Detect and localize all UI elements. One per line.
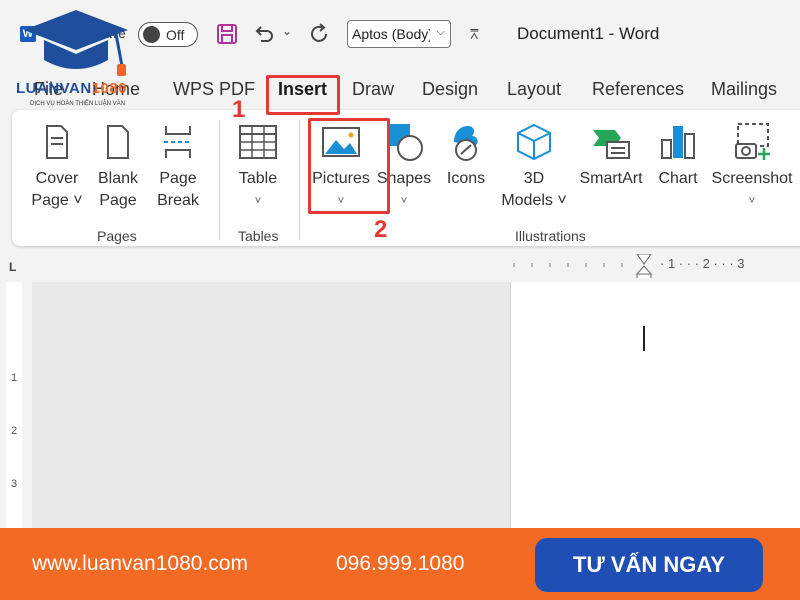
table-button[interactable]: Table ˅ [230, 122, 286, 212]
chevron-down-icon: ⌵ [436, 26, 445, 38]
chevron-down-icon: ˅ [748, 195, 756, 207]
blank-page-icon [107, 125, 129, 159]
font-name-select[interactable]: Aptos (Body) ⌵ [347, 20, 451, 48]
cover-page-label-1: Cover [35, 170, 79, 187]
group-separator [219, 120, 220, 240]
blank-page-label-2: Page [99, 192, 137, 209]
cover-page-icon [46, 125, 68, 159]
phone-number[interactable]: 096.999.1080 [336, 552, 464, 576]
pictures-highlight [308, 118, 390, 214]
consult-now-label: TƯ VẤN NGAY [573, 552, 725, 577]
3d-models-label-1: 3D [523, 170, 545, 187]
document-page[interactable] [510, 282, 800, 530]
insert-tab-highlight [266, 75, 340, 115]
vertical-ruler-track [6, 282, 22, 530]
tab-selector[interactable]: L [0, 254, 32, 282]
toggle-knob [143, 26, 160, 43]
luanvan-logo: LUANVAN1080 DỊCH VỤ HOÀN THIỆN LUẬN VĂN [14, 8, 144, 112]
website-link[interactable]: www.luanvan1080.com [32, 552, 248, 576]
step-1-number: 1 [232, 96, 246, 123]
logo-tagline: DỊCH VỤ HOÀN THIỆN LUẬN VĂN [30, 101, 125, 107]
autosave-state: Off [166, 27, 185, 43]
step-2-number: 2 [374, 216, 388, 243]
horizontal-ruler[interactable]: · 1 · · · 2 · · · 3 [510, 254, 800, 278]
cover-page-button[interactable]: Cover Page ˅ [26, 122, 88, 212]
chart-icon [661, 126, 695, 159]
tab-references[interactable]: References [592, 79, 684, 100]
table-icon [239, 125, 277, 159]
vertical-ruler[interactable]: 1 2 3 [0, 282, 32, 530]
smartart-label: SmartArt [579, 170, 643, 187]
vertical-ruler-number: 1 [10, 372, 18, 384]
chart-label: Chart [658, 170, 698, 187]
logo-brand-text: LUANVAN [16, 80, 92, 97]
vertical-ruler-number: 2 [10, 425, 18, 437]
table-label: Table [238, 170, 278, 187]
page-break-label-1: Page [159, 170, 197, 187]
document-title: Document1 - Word [517, 24, 660, 43]
undo-dropdown-chevron-icon[interactable]: ⌄ [282, 24, 292, 38]
group-label-tables: Tables [238, 228, 279, 244]
screenshot-label: Screenshot [711, 170, 793, 187]
3d-models-label-2: Models ˅ [501, 192, 567, 209]
tab-draw[interactable]: Draw [352, 79, 394, 100]
autosave-toggle[interactable]: Off [138, 22, 198, 47]
vertical-ruler-number: 3 [10, 478, 18, 490]
3d-models-button[interactable]: 3D Models ˅ [498, 122, 570, 212]
3d-cube-icon [517, 123, 551, 161]
page-break-icon [164, 126, 192, 158]
chevron-down-icon: ˅ [254, 195, 262, 207]
shapes-icon [388, 124, 423, 161]
ruler-ticks [513, 254, 653, 278]
group-separator [299, 120, 300, 240]
text-cursor [643, 326, 645, 351]
ruler-numbers: · 1 · · · 2 · · · 3 [660, 256, 745, 271]
tab-selector-glyph: L [9, 260, 17, 274]
icons-icon [454, 126, 478, 161]
page-break-label-2: Break [157, 192, 199, 209]
font-name-value: Aptos (Body) [352, 26, 430, 42]
tab-mailings[interactable]: Mailings [711, 79, 777, 100]
screenshot-camera-icon [735, 123, 770, 160]
icons-button[interactable]: Icons [440, 122, 492, 190]
group-label-illustrations: Illustrations [515, 228, 586, 244]
consult-now-button[interactable]: TƯ VẤN NGAY [535, 538, 763, 592]
customize-quick-access-icon[interactable]: ⩞ [470, 26, 479, 43]
icons-label: Icons [446, 170, 486, 187]
chart-button[interactable]: Chart [652, 122, 704, 190]
logo-brand-number: 1080 [91, 80, 128, 97]
tab-design[interactable]: Design [422, 79, 478, 100]
redo-icon[interactable] [308, 22, 332, 46]
blank-page-label-1: Blank [97, 170, 139, 187]
group-label-pages: Pages [97, 228, 137, 244]
smartart-icon [593, 130, 630, 159]
smartart-button[interactable]: SmartArt [575, 122, 647, 190]
logo-brand: LUANVAN1080 [16, 80, 127, 97]
save-icon[interactable] [216, 23, 238, 45]
screenshot-button[interactable]: Screenshot ˅ [708, 122, 796, 212]
page-break-button[interactable]: Page Break [150, 122, 206, 212]
tab-layout[interactable]: Layout [507, 79, 561, 100]
graduation-cap-icon [24, 10, 128, 76]
blank-page-button[interactable]: Blank Page [90, 122, 146, 212]
undo-icon[interactable] [252, 22, 276, 46]
cover-page-label-2: Page ˅ [31, 192, 83, 209]
